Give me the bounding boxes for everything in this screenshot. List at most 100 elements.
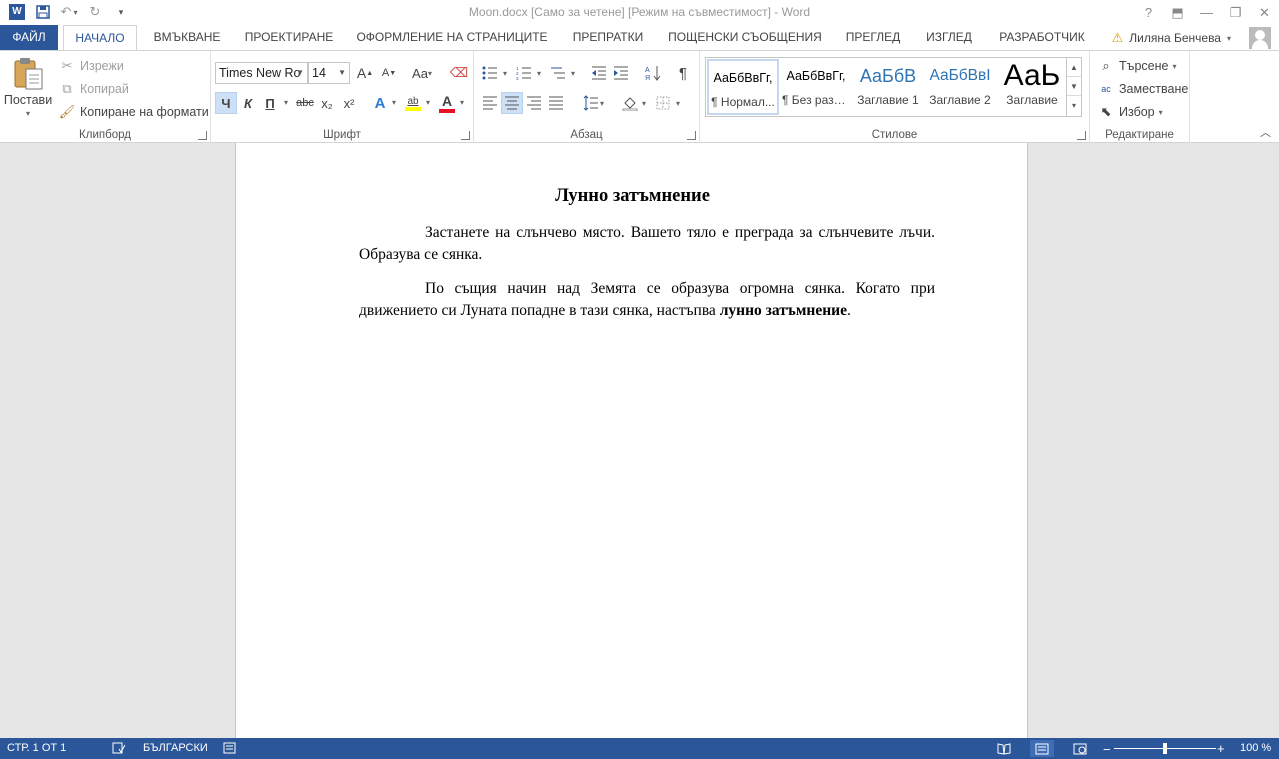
style-normal-sample: АаБбВвГг, <box>713 71 773 85</box>
shading-icon[interactable] <box>619 92 641 114</box>
select-button[interactable]: ⬉ Избор ▾ <box>1097 103 1163 121</box>
style-no-spacing[interactable]: АаБбВвГг, ¶ Без разр... <box>780 59 852 115</box>
language-indicator[interactable]: БЪЛГАРСКИ <box>143 742 208 754</box>
bullets-dropdown-icon[interactable]: ▾ <box>503 69 507 78</box>
zoom-in-button[interactable]: + <box>1217 741 1225 756</box>
shrink-font-button[interactable]: A ▼ <box>378 62 400 84</box>
collapse-ribbon-icon[interactable]: ︿ <box>1260 124 1271 140</box>
minimize-button[interactable]: — <box>1192 0 1221 25</box>
style-title[interactable]: АаЬ Заглавие <box>996 59 1068 115</box>
style-heading-1-sample: АаБбВ <box>859 66 917 86</box>
superscript-button[interactable]: x² <box>338 92 360 114</box>
web-layout-icon[interactable] <box>1068 740 1092 757</box>
copy-button[interactable]: ⧉ Копирай <box>58 80 129 98</box>
font-name-combo[interactable]: Times New Ro ▼ <box>215 62 308 84</box>
numbering-icon[interactable]: 123 <box>513 62 535 84</box>
restore-button[interactable]: ❐ <box>1221 0 1250 25</box>
clear-formatting-icon[interactable]: ⌫ <box>448 62 470 84</box>
gallery-up-icon[interactable]: ▲ <box>1067 58 1081 77</box>
style-normal[interactable]: АаБбВвГг, ¶ Нормал... <box>707 59 779 115</box>
show-formatting-icon[interactable]: ¶ <box>672 62 694 84</box>
zoom-level[interactable]: 100 % <box>1240 742 1271 754</box>
tab-references[interactable]: ПРЕПРАТКИ <box>565 25 651 50</box>
styles-launcher-icon[interactable] <box>1077 131 1086 140</box>
tab-home[interactable]: НАЧАЛО <box>63 25 137 51</box>
tab-review[interactable]: ПРЕГЛЕД <box>840 25 906 50</box>
font-color-dropdown-icon[interactable]: ▾ <box>460 98 464 107</box>
underline-dropdown-icon[interactable]: ▾ <box>284 98 288 107</box>
proofing-icon[interactable] <box>112 742 126 754</box>
replace-button[interactable]: ac Заместване <box>1097 80 1188 98</box>
paragraph-line: Застанете на слънчево място. Вашето тяло… <box>425 224 935 241</box>
tab-page-layout[interactable]: ОФОРМЛЕНИЕ НА СТРАНИЦИТЕ <box>352 25 552 50</box>
borders-icon[interactable] <box>652 92 674 114</box>
ribbon-display-options-icon[interactable]: ⬒ <box>1163 0 1192 25</box>
highlight-button[interactable]: ab <box>402 92 424 114</box>
borders-dropdown-icon[interactable]: ▾ <box>676 99 680 108</box>
print-layout-icon[interactable] <box>1030 740 1054 757</box>
page-count[interactable]: СТР. 1 ОТ 1 <box>7 742 66 754</box>
font-launcher-icon[interactable] <box>461 131 470 140</box>
find-button[interactable]: ⌕ Търсене ▾ <box>1097 57 1176 75</box>
binoculars-icon: ⌕ <box>1102 58 1110 73</box>
shrink-font-icon: A <box>381 67 390 79</box>
svg-text:Я: Я <box>645 75 650 81</box>
bold-button[interactable]: Ч <box>215 92 237 114</box>
gallery-more-icon[interactable]: ▾ <box>1067 96 1081 115</box>
tab-file[interactable]: ФАЙЛ <box>0 25 58 50</box>
help-icon[interactable]: ? <box>1134 0 1163 25</box>
grow-font-button[interactable]: A ▲ <box>354 62 376 84</box>
highlight-dropdown-icon[interactable]: ▾ <box>426 98 430 107</box>
font-size-combo[interactable]: 14 ▼ <box>308 62 350 84</box>
tab-insert[interactable]: ВМЪКВАНЕ <box>147 25 227 50</box>
increase-indent-icon[interactable] <box>610 62 632 84</box>
justify-icon[interactable] <box>545 92 567 114</box>
paste-button[interactable]: Постави ▾ <box>4 57 52 118</box>
document-page[interactable]: Лунно затъмнение Застанете на слънчево м… <box>235 143 1028 738</box>
multilevel-dropdown-icon[interactable]: ▾ <box>571 69 575 78</box>
user-account[interactable]: ⚠ Лиляна Бенчева ▾ <box>1112 30 1231 46</box>
paintbrush-icon: 🖌 <box>58 104 76 119</box>
text-effects-button[interactable]: A <box>369 92 391 114</box>
warning-icon: ⚠ <box>1111 30 1124 45</box>
paragraph-launcher-icon[interactable] <box>687 131 696 140</box>
paragraph-period: . <box>846 302 851 319</box>
align-right-icon[interactable] <box>523 92 545 114</box>
window-controls: ? ⬒ — ❐ ✕ <box>1134 0 1279 25</box>
multilevel-list-icon[interactable] <box>547 62 569 84</box>
align-left-icon[interactable] <box>479 92 501 114</box>
bullets-icon[interactable] <box>479 62 501 84</box>
tab-mailings[interactable]: ПОЩЕНСКИ СЪОБЩЕНИЯ <box>664 25 826 50</box>
text-effects-dropdown-icon[interactable]: ▾ <box>392 98 396 107</box>
style-heading-1[interactable]: АаБбВ Заглавие 1 <box>852 59 924 115</box>
tab-view[interactable]: ИЗГЛЕД <box>919 25 979 50</box>
zoom-slider-thumb[interactable] <box>1163 743 1167 754</box>
tab-developer[interactable]: РАЗРАБОТЧИК <box>993 25 1091 50</box>
gallery-down-icon[interactable]: ▼ <box>1067 77 1081 96</box>
cut-button[interactable]: ✂ Изрежи <box>58 57 124 75</box>
align-center-icon[interactable] <box>501 92 523 114</box>
style-heading-2[interactable]: АаБбВвІ Заглавие 2 <box>924 59 996 115</box>
italic-button[interactable]: К <box>237 92 259 114</box>
decrease-indent-icon[interactable] <box>588 62 610 84</box>
editing-group: ⌕ Търсене ▾ ac Заместване ⬉ Избор ▾ Реда… <box>1090 51 1190 143</box>
avatar[interactable] <box>1249 27 1271 49</box>
font-color-button[interactable]: A <box>436 92 458 114</box>
read-mode-icon[interactable] <box>992 740 1016 757</box>
strikethrough-button[interactable]: abc <box>294 92 316 114</box>
subscript-button[interactable]: x₂ <box>316 92 338 114</box>
zoom-out-button[interactable]: − <box>1103 742 1111 757</box>
shading-dropdown-icon[interactable]: ▾ <box>642 99 646 108</box>
line-spacing-icon[interactable] <box>580 92 602 114</box>
font-group-label: Шрифт <box>323 129 361 141</box>
clipboard-launcher-icon[interactable] <box>198 131 207 140</box>
underline-button[interactable]: П <box>259 92 281 114</box>
line-spacing-dropdown-icon[interactable]: ▾ <box>600 99 604 108</box>
close-button[interactable]: ✕ <box>1250 0 1279 25</box>
sort-icon[interactable]: AЯ <box>642 62 664 84</box>
format-painter-button[interactable]: 🖌 Копиране на формати <box>58 103 209 121</box>
numbering-dropdown-icon[interactable]: ▾ <box>537 69 541 78</box>
tab-design[interactable]: ПРОЕКТИРАНЕ <box>240 25 338 50</box>
macro-recording-icon[interactable] <box>223 742 236 754</box>
change-case-button[interactable]: Aa ▾ <box>407 62 437 84</box>
